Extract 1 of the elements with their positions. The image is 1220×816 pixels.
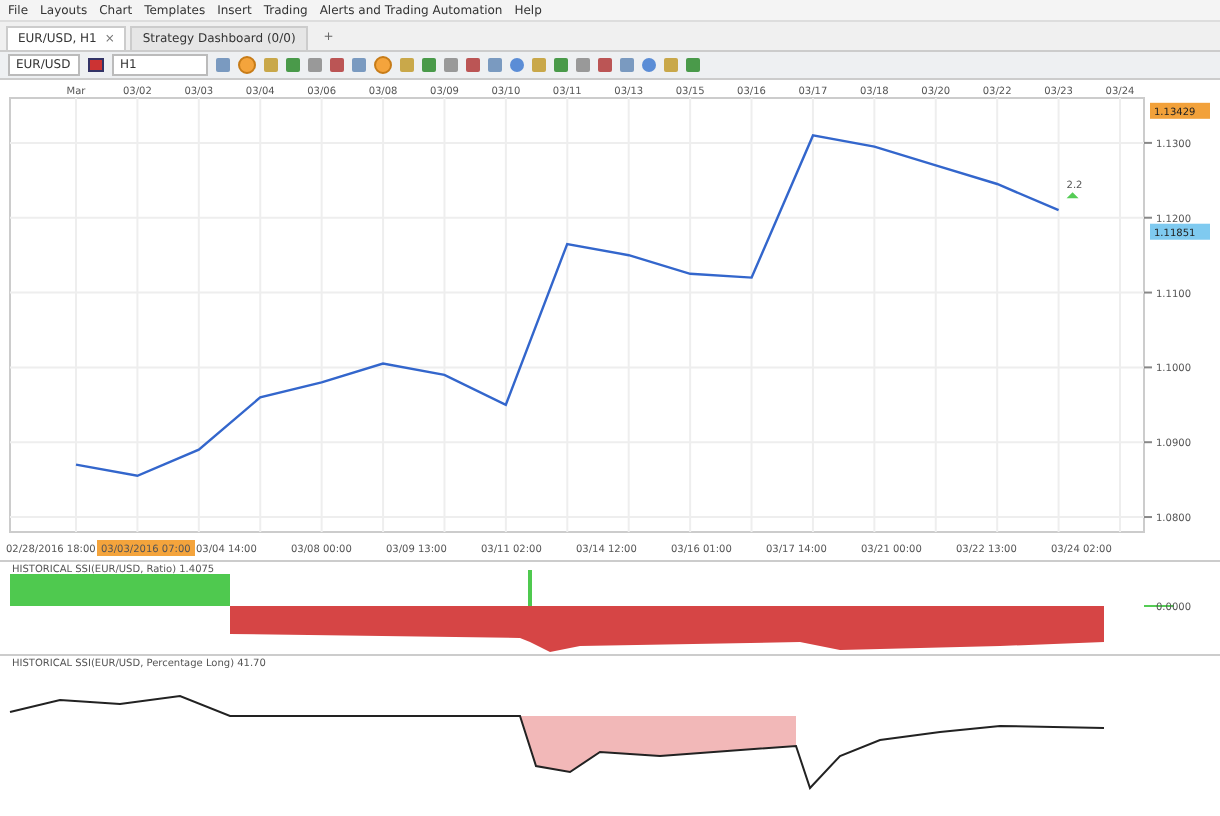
trade-marker-icon xyxy=(1066,192,1079,199)
